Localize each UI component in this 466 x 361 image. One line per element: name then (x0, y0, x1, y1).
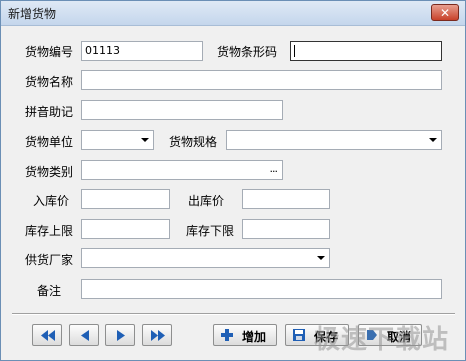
spec-select[interactable] (226, 130, 442, 150)
code-value: 01113 (85, 44, 120, 57)
add-button[interactable]: 增加 (213, 324, 277, 346)
spec-label: 货物规格 (169, 135, 218, 149)
last-record-button[interactable] (142, 324, 172, 346)
chevron-down-icon (317, 256, 325, 260)
out-price-label: 出库价 (188, 194, 225, 208)
add-button-label: 增加 (242, 330, 267, 344)
browse-ellipsis-icon[interactable]: ... (270, 162, 278, 175)
next-record-button[interactable] (105, 324, 135, 346)
watermark: 极速下载站 (313, 325, 449, 355)
unit-label: 货物单位 (25, 135, 74, 149)
last-icon (151, 330, 165, 341)
barcode-label: 货物条形码 (217, 45, 278, 59)
supplier-label: 供货厂家 (25, 253, 74, 267)
divider (12, 313, 455, 315)
out-price-field[interactable] (242, 189, 330, 209)
close-button[interactable]: ✕ (431, 4, 459, 21)
close-icon: ✕ (439, 6, 451, 20)
pinyin-label: 拼音助记 (25, 105, 74, 119)
save-icon (293, 329, 305, 341)
first-icon (41, 330, 55, 341)
stock-max-label: 库存上限 (25, 224, 74, 238)
category-label: 货物类别 (25, 165, 74, 179)
next-icon (117, 330, 125, 341)
chevron-down-icon (141, 138, 149, 142)
remark-field[interactable] (81, 279, 442, 299)
code-label: 货物编号 (25, 45, 74, 59)
dialog-window: 新增货物 ✕ 货物编号 01113 货物条形码 货物名称 拼音助记 货物单位 货… (0, 0, 466, 361)
first-record-button[interactable] (32, 324, 62, 346)
code-field[interactable]: 01113 (81, 41, 203, 61)
name-field[interactable] (81, 70, 442, 90)
category-field[interactable]: ... (81, 160, 283, 180)
plus-icon (221, 329, 233, 341)
name-label: 货物名称 (25, 75, 74, 89)
window-title: 新增货物 (8, 7, 57, 21)
in-price-label: 入库价 (33, 194, 70, 208)
stock-min-label: 库存下限 (186, 224, 235, 238)
chevron-down-icon (429, 138, 437, 142)
stock-min-field[interactable] (242, 219, 330, 239)
prev-icon (81, 330, 89, 341)
prev-record-button[interactable] (69, 324, 99, 346)
pinyin-field[interactable] (81, 100, 283, 120)
stock-max-field[interactable] (81, 219, 170, 239)
titlebar[interactable]: 新增货物 ✕ (1, 1, 465, 26)
text-caret (294, 45, 295, 57)
barcode-field[interactable] (290, 41, 442, 61)
remark-label: 备注 (37, 284, 62, 298)
in-price-field[interactable] (81, 189, 170, 209)
supplier-select[interactable] (81, 248, 330, 268)
unit-select[interactable] (81, 130, 154, 150)
